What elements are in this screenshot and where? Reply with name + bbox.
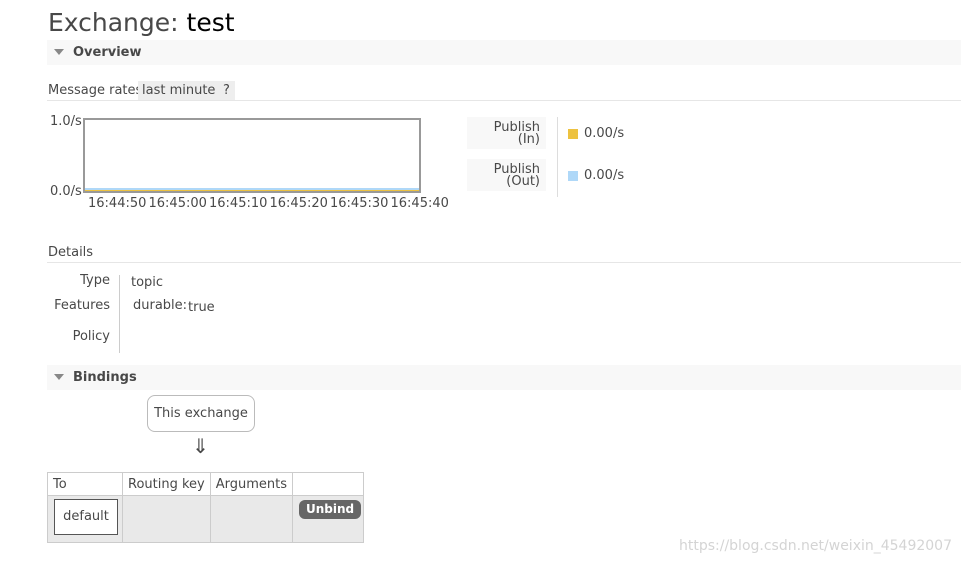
x-tick-label: 16:44:50 — [88, 196, 147, 211]
publish-out-rate: 0.00/s — [584, 168, 625, 183]
binding-destination-cell: default — [47, 495, 123, 543]
page-title-prefix: Exchange: — [48, 8, 179, 37]
collapse-triangle-icon — [54, 374, 64, 380]
column-header-arguments: Arguments — [209, 472, 294, 496]
x-tick-label: 16:45:40 — [390, 196, 449, 211]
legend-publish-in: Publish (In) — [467, 117, 546, 149]
binding-action-cell: Unbind — [292, 495, 365, 543]
rates-chart — [83, 118, 421, 193]
message-rates-label: Message rates — [48, 83, 143, 98]
features-key: Features — [54, 298, 110, 313]
column-header-to: To — [47, 472, 123, 496]
binding-routing-key-cell — [122, 495, 211, 543]
durable-key: durable: — [133, 298, 188, 313]
down-arrow-icon: ⇓ — [192, 434, 209, 458]
column-header-actions — [292, 472, 365, 496]
divider — [47, 262, 961, 263]
watermark-text: https://blog.csdn.net/weixin_45492007 — [678, 538, 952, 554]
x-tick-label: 16:45:10 — [209, 196, 268, 211]
bindings-table: To Routing key Arguments default Unbind — [47, 472, 365, 543]
binding-destination-link[interactable]: default — [54, 499, 118, 535]
details-heading: Details — [48, 245, 94, 260]
table-row: default Unbind — [47, 495, 365, 543]
divider — [47, 100, 961, 101]
overview-section-label: Overview — [73, 45, 142, 60]
legend-publish-out: Publish (Out) — [467, 159, 546, 191]
type-value: topic — [131, 275, 164, 290]
rates-range-selector[interactable]: last minute — [138, 81, 220, 100]
exchange-name: test — [186, 8, 235, 37]
x-tick-label: 16:45:20 — [269, 196, 328, 211]
legend-divider — [557, 117, 558, 197]
details-divider — [119, 275, 120, 353]
type-key: Type — [80, 273, 110, 288]
x-tick-label: 16:45:30 — [330, 196, 389, 211]
legend-label-line2: (In) — [517, 132, 540, 147]
chart-frame — [83, 118, 421, 193]
legend-swatch — [568, 171, 578, 181]
binding-arguments-cell — [209, 495, 294, 543]
bindings-section-toggle[interactable]: Bindings — [47, 365, 961, 390]
y-tick-label: 0.0/s — [50, 184, 82, 199]
page-title: Exchange: test — [48, 8, 235, 37]
bindings-section-label: Bindings — [73, 370, 137, 385]
policy-key: Policy — [72, 329, 110, 344]
rates-help-button[interactable]: ? — [218, 81, 235, 100]
legend-swatch — [568, 129, 578, 139]
overview-section-toggle[interactable]: Overview — [47, 40, 961, 65]
y-tick-label: 1.0/s — [50, 114, 82, 129]
table-header-row: To Routing key Arguments — [47, 472, 365, 496]
publish-in-rate: 0.00/s — [584, 126, 625, 141]
durable-value: true — [188, 300, 215, 315]
legend-label-line2: (Out) — [506, 174, 540, 189]
this-exchange-node: This exchange — [147, 395, 255, 432]
column-header-routing-key: Routing key — [122, 472, 211, 496]
x-tick-label: 16:45:00 — [148, 196, 207, 211]
unbind-button[interactable]: Unbind — [299, 500, 362, 519]
collapse-triangle-icon — [54, 49, 64, 55]
